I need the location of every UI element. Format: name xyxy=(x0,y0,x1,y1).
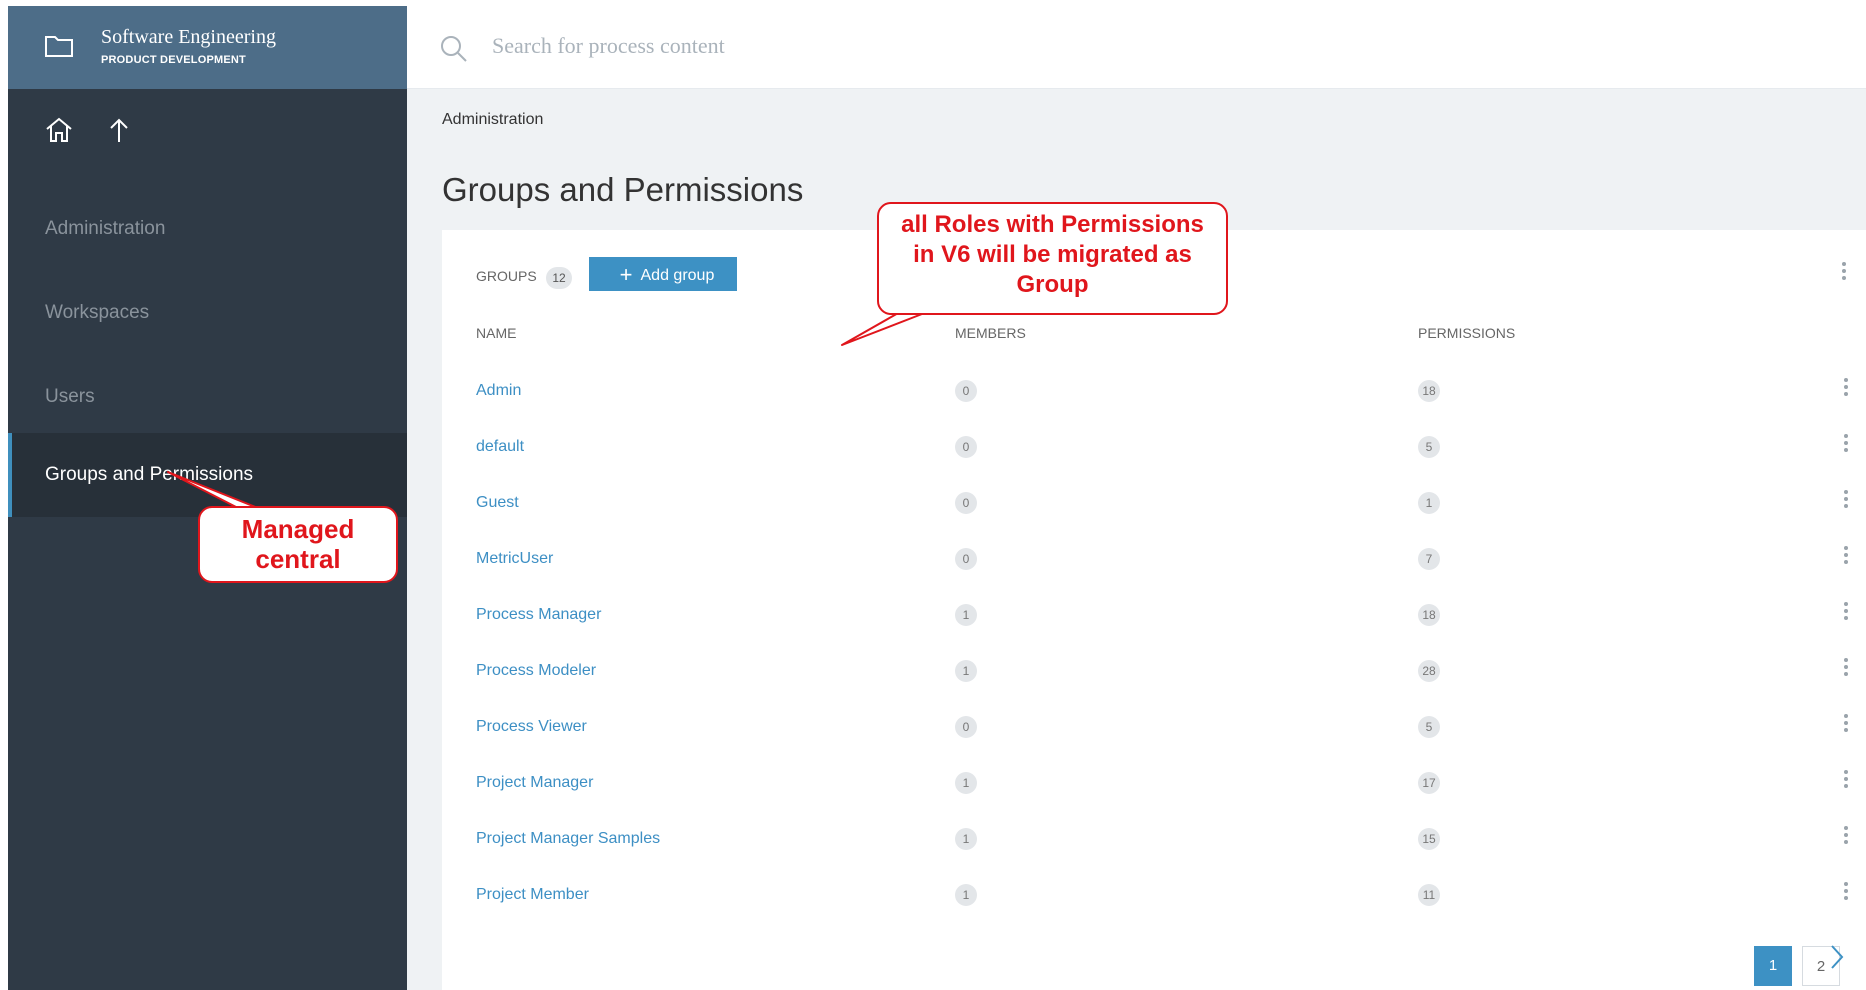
search-icon xyxy=(441,36,467,62)
row-more-icon[interactable] xyxy=(1844,714,1848,735)
members-count-badge: 0 xyxy=(955,716,977,738)
breadcrumb[interactable]: Administration xyxy=(442,111,543,129)
permissions-count-badge: 17 xyxy=(1418,772,1440,794)
group-name-link[interactable]: Project Member xyxy=(476,886,589,904)
row-more-icon[interactable] xyxy=(1844,658,1848,679)
members-count-badge: 1 xyxy=(955,604,977,626)
table-row[interactable]: Project Manager 1 17 xyxy=(442,770,1866,830)
table-row[interactable]: Project Member 1 11 xyxy=(442,882,1866,942)
members-count-badge: 0 xyxy=(955,380,977,402)
sidebar-item-workspaces[interactable]: Workspaces xyxy=(8,271,407,355)
table-row[interactable]: Guest 0 1 xyxy=(442,490,1866,550)
arrow-up-icon[interactable] xyxy=(108,116,130,144)
add-group-label: Add group xyxy=(640,267,715,284)
plus-icon: + xyxy=(619,262,633,287)
sidebar-item-users[interactable]: Users xyxy=(8,355,407,439)
callout-roles-line-1: all Roles with Permissions xyxy=(901,211,1204,238)
row-more-icon[interactable] xyxy=(1844,770,1848,791)
callout-roles-line-2: in V6 will be migrated as xyxy=(913,241,1192,268)
page-1-button[interactable]: 1 xyxy=(1754,946,1792,986)
table-row[interactable]: Process Manager 1 18 xyxy=(442,602,1866,662)
table-row[interactable]: MetricUser 0 7 xyxy=(442,546,1866,606)
callout-central-line-2: central xyxy=(255,544,341,574)
row-more-icon[interactable] xyxy=(1844,826,1848,847)
row-more-icon[interactable] xyxy=(1844,546,1848,567)
members-count-badge: 1 xyxy=(955,772,977,794)
column-header-members[interactable]: MEMBERS xyxy=(955,325,1026,341)
permissions-count-badge: 15 xyxy=(1418,828,1440,850)
members-count-badge: 1 xyxy=(955,828,977,850)
home-icon[interactable] xyxy=(44,116,74,144)
group-name-link[interactable]: Project Manager xyxy=(476,774,593,792)
permissions-count-badge: 11 xyxy=(1418,884,1440,906)
permissions-count-badge: 18 xyxy=(1418,380,1440,402)
workspace-subtitle: PRODUCT DEVELOPMENT xyxy=(101,54,246,66)
card-more-icon[interactable] xyxy=(1842,262,1848,283)
table-row[interactable]: Admin 0 18 xyxy=(442,378,1866,438)
group-name-link[interactable]: MetricUser xyxy=(476,550,553,568)
members-count-badge: 1 xyxy=(955,660,977,682)
group-name-link[interactable]: Admin xyxy=(476,382,521,400)
row-more-icon[interactable] xyxy=(1844,490,1848,511)
table-row[interactable]: Project Manager Samples 1 15 xyxy=(442,826,1866,886)
groups-label: GROUPS xyxy=(476,268,537,284)
callout-managed-central: Managed central xyxy=(198,506,398,583)
workspace-title: Software Engineering xyxy=(101,26,276,48)
workspace-header[interactable]: Software Engineering PRODUCT DEVELOPMENT xyxy=(8,6,407,89)
groups-count-badge: 12 xyxy=(546,267,572,289)
permissions-count-badge: 18 xyxy=(1418,604,1440,626)
table-row[interactable]: Process Viewer 0 5 xyxy=(442,714,1866,774)
members-count-badge: 0 xyxy=(955,436,977,458)
sidebar: Software Engineering PRODUCT DEVELOPMENT… xyxy=(8,6,407,990)
table-row[interactable]: default 0 5 xyxy=(442,434,1866,494)
group-name-link[interactable]: Process Viewer xyxy=(476,718,587,736)
permissions-count-badge: 5 xyxy=(1418,716,1440,738)
callout-roles-migration: all Roles with Permissions in V6 will be… xyxy=(877,202,1228,315)
chevron-right-icon[interactable] xyxy=(1828,942,1846,972)
permissions-count-badge: 5 xyxy=(1418,436,1440,458)
group-name-link[interactable]: Project Manager Samples xyxy=(476,830,660,848)
search-input[interactable] xyxy=(490,32,1194,60)
group-name-link[interactable]: Process Manager xyxy=(476,606,601,624)
callout-roles-line-3: Group xyxy=(1016,271,1089,298)
sidebar-item-groups-and-permissions[interactable]: Groups and Permissions xyxy=(8,433,407,517)
search-bar xyxy=(407,6,1866,89)
row-more-icon[interactable] xyxy=(1844,882,1848,903)
page-title: Groups and Permissions xyxy=(442,171,804,208)
group-name-link[interactable]: Guest xyxy=(476,494,519,512)
members-count-badge: 0 xyxy=(955,492,977,514)
row-more-icon[interactable] xyxy=(1844,602,1848,623)
permissions-count-badge: 7 xyxy=(1418,548,1440,570)
sidebar-item-administration[interactable]: Administration xyxy=(8,187,407,271)
callout-central-line-1: Managed xyxy=(241,514,355,544)
permissions-count-badge: 28 xyxy=(1418,660,1440,682)
permissions-count-badge: 1 xyxy=(1418,492,1440,514)
folder-icon xyxy=(45,36,73,57)
table-row[interactable]: Process Modeler 1 28 xyxy=(442,658,1866,718)
column-header-name[interactable]: NAME xyxy=(476,325,516,341)
members-count-badge: 1 xyxy=(955,884,977,906)
groups-card: GROUPS 12 + Add group NAME MEMBERS PERMIS… xyxy=(442,230,1866,990)
row-more-icon[interactable] xyxy=(1844,378,1848,399)
members-count-badge: 0 xyxy=(955,548,977,570)
row-more-icon[interactable] xyxy=(1844,434,1848,455)
group-name-link[interactable]: Process Modeler xyxy=(476,662,596,680)
group-name-link[interactable]: default xyxy=(476,438,524,456)
column-header-permissions[interactable]: PERMISSIONS xyxy=(1418,325,1515,341)
add-group-button[interactable]: + Add group xyxy=(589,257,737,291)
